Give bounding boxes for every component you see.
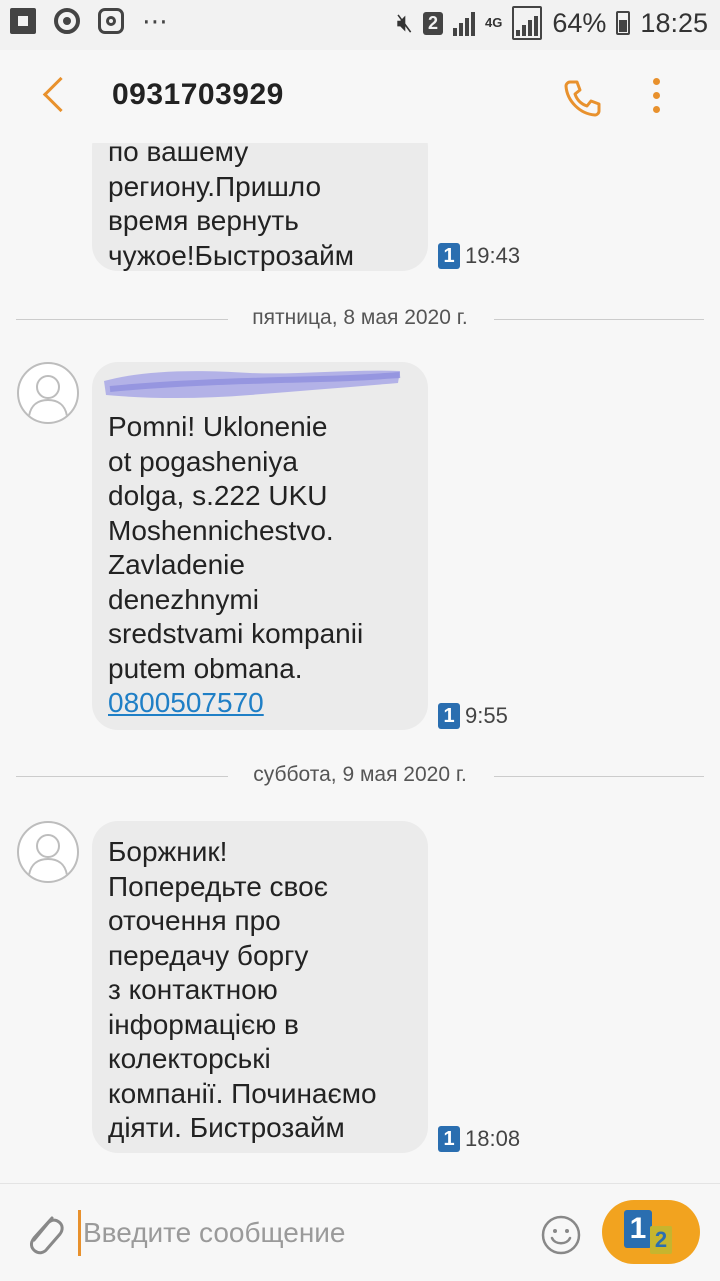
battery-icon bbox=[616, 11, 631, 35]
message-line: передачу боргу bbox=[108, 939, 309, 971]
sim-1-label: 1 bbox=[624, 1210, 652, 1248]
mute-icon: 🔇︎ bbox=[396, 7, 414, 37]
chrome-icon bbox=[54, 8, 80, 34]
clock: 18:25 bbox=[640, 7, 708, 38]
message-line: ot pogasheniya bbox=[108, 445, 298, 477]
sim-2-label: 2 bbox=[650, 1226, 672, 1254]
message-time: 18:08 bbox=[465, 1126, 521, 1151]
contact-avatar[interactable] bbox=[17, 362, 79, 424]
message-line: Zavladenie bbox=[108, 549, 245, 580]
sim-select-icon: 1 2 bbox=[624, 1210, 672, 1254]
person-icon bbox=[28, 375, 68, 417]
message-time: 9:55 bbox=[465, 703, 508, 728]
instagram-icon bbox=[98, 8, 124, 34]
sim-1-badge: 1 bbox=[438, 1126, 460, 1152]
message-line: компанії. Починаємо bbox=[108, 1077, 377, 1109]
message-line: чужое!Быстрозайм bbox=[108, 239, 355, 271]
message-bubble[interactable]: Боржник! Попередьте своє оточення про пе… bbox=[92, 821, 428, 1153]
message-time: 19:43 bbox=[465, 243, 521, 268]
sim-1-badge: 1 bbox=[438, 703, 460, 729]
more-vertical-icon[interactable] bbox=[646, 78, 666, 118]
message-line: putem obmana. bbox=[108, 652, 303, 684]
message-line: Moshennichestvo. bbox=[108, 514, 334, 546]
system-indicators: 🔇︎ 2 4G 64% 18:25 bbox=[397, 6, 708, 40]
date-separator-label: суббота, 9 мая 2020 г. bbox=[237, 763, 483, 786]
message-line: sredstvami kompanii bbox=[108, 618, 364, 649]
battery-percent: 64% bbox=[552, 7, 607, 38]
person-icon bbox=[28, 834, 68, 876]
redaction-scribble bbox=[104, 370, 401, 398]
notification-icons: ⋯ bbox=[10, 8, 168, 34]
message-line: діяти. Бистрозайм bbox=[108, 1112, 345, 1143]
message-line: Боржник! bbox=[108, 836, 228, 867]
signal-sim1-icon bbox=[512, 6, 543, 40]
signal-icon bbox=[453, 10, 476, 36]
message-bubble[interactable]: Pomni! Uklonenie ot pogasheniya dolga, s… bbox=[92, 362, 428, 730]
network-type: 4G bbox=[485, 15, 503, 30]
conversation-header: 0931703929 bbox=[0, 50, 720, 143]
flipboard-icon bbox=[10, 8, 36, 34]
message-input[interactable] bbox=[78, 1210, 525, 1256]
back-arrow-icon[interactable] bbox=[38, 78, 72, 112]
message-line: denezhnymi bbox=[108, 583, 259, 615]
message-meta: 1 19:43 bbox=[438, 243, 520, 269]
date-separator: пятница, 8 мая 2020 г. bbox=[16, 304, 704, 334]
message-line: колекторські bbox=[108, 1043, 271, 1074]
message-line: региону.Пришло bbox=[108, 170, 322, 202]
send-button[interactable]: 1 2 bbox=[602, 1200, 700, 1264]
more-notifications-icon: ⋯ bbox=[142, 6, 168, 36]
contact-avatar[interactable] bbox=[17, 821, 79, 883]
sim-1-badge: 1 bbox=[438, 243, 460, 269]
message-line: оточення про bbox=[108, 905, 281, 936]
message-line: інформацією в bbox=[108, 1008, 299, 1040]
attachment-clip-icon[interactable] bbox=[22, 1208, 66, 1258]
message-line: время вернуть bbox=[108, 205, 299, 236]
message-bubble[interactable]: по вашему региону.Пришло время вернуть ч… bbox=[92, 143, 428, 271]
message-line: Попередьте своє bbox=[108, 870, 328, 902]
message-line: з контактною bbox=[108, 974, 278, 1005]
status-bar: ⋯ 🔇︎ 2 4G 64% 18:25 bbox=[0, 0, 720, 50]
message-line: dolga, s.222 UKU bbox=[108, 480, 328, 511]
message-line: по вашему bbox=[108, 143, 249, 167]
sim-2-badge: 2 bbox=[423, 11, 444, 35]
date-separator-label: пятница, 8 мая 2020 г. bbox=[236, 306, 484, 329]
message-composer: 1 2 bbox=[0, 1183, 720, 1281]
emoji-icon[interactable] bbox=[540, 1214, 582, 1256]
date-separator: суббота, 9 мая 2020 г. bbox=[16, 761, 704, 791]
message-meta: 1 18:08 bbox=[438, 1126, 520, 1152]
message-list[interactable]: по вашему региону.Пришло время вернуть ч… bbox=[0, 143, 720, 1183]
phone-number-link[interactable]: 0800507570 bbox=[108, 686, 412, 721]
contact-title: 0931703929 bbox=[112, 78, 284, 111]
phone-icon[interactable] bbox=[560, 76, 604, 120]
message-meta: 1 9:55 bbox=[438, 703, 508, 729]
message-line: Pomni! Uklonenie bbox=[108, 411, 328, 442]
